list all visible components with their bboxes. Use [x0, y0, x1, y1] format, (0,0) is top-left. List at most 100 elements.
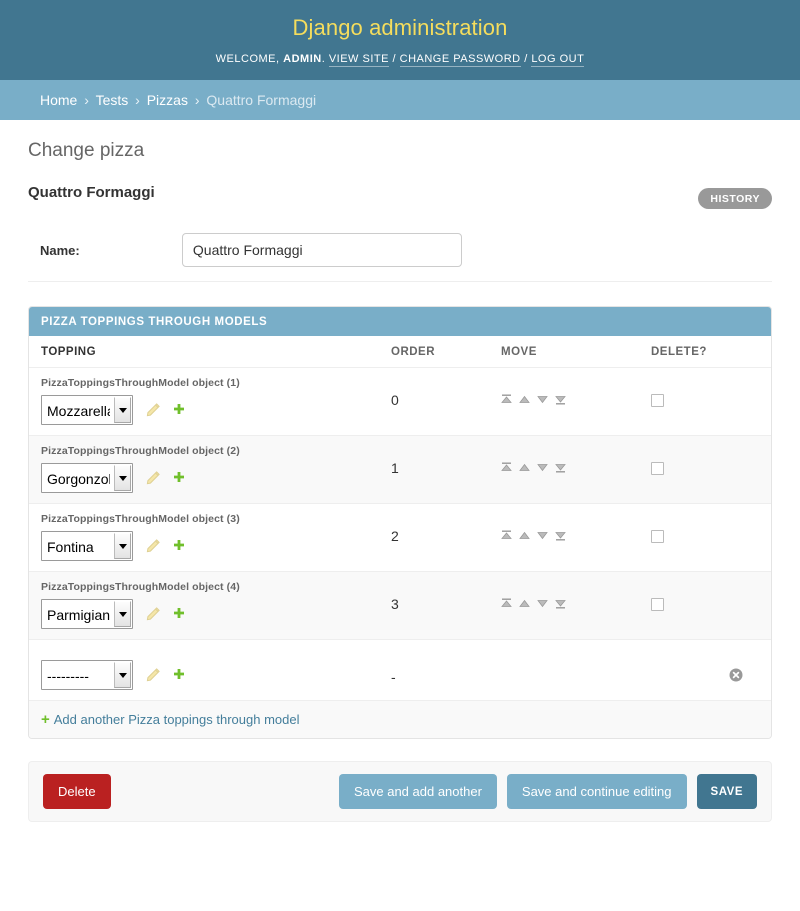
- move-to-top-icon[interactable]: [501, 596, 512, 612]
- topping-field-wrap: ---------: [41, 660, 367, 690]
- related-widget-wrapper: [145, 470, 186, 486]
- remove-row-icon[interactable]: [729, 668, 743, 685]
- topping-select[interactable]: Fontina: [41, 531, 133, 561]
- move-up-icon[interactable]: [519, 460, 530, 476]
- column-header-move: Move: [489, 336, 639, 368]
- user-tools-separator: /: [524, 53, 528, 65]
- move-to-top-icon[interactable]: [501, 528, 512, 544]
- inline-object-label: PizzaToppingsThroughModel object (4): [41, 581, 240, 593]
- add-another-label: Add another Pizza toppings through model: [53, 712, 300, 727]
- topping-select-shell: Mozzarella: [41, 395, 133, 425]
- delete-checkbox[interactable]: [651, 530, 664, 544]
- move-down-icon[interactable]: [536, 460, 548, 476]
- history-button[interactable]: History: [698, 188, 772, 209]
- topping-select[interactable]: Mozzarella: [41, 395, 133, 425]
- topping-field-wrap: Fontina: [41, 531, 367, 561]
- add-icon[interactable]: [172, 471, 186, 485]
- move-to-bottom-icon[interactable]: [554, 392, 566, 408]
- edit-icon[interactable]: [145, 606, 161, 622]
- move-to-bottom-icon[interactable]: [554, 460, 566, 476]
- move-cell: [489, 367, 639, 436]
- topping-cell: PizzaToppingsThroughModel object (2) Gor…: [29, 435, 379, 504]
- breadcrumb-separator: ›: [135, 92, 140, 108]
- change-password-link[interactable]: CHANGE PASSWORD: [399, 53, 521, 67]
- save-and-add-another-button[interactable]: Save and add another: [338, 774, 497, 809]
- edit-icon[interactable]: [145, 402, 161, 418]
- move-up-icon[interactable]: [519, 528, 530, 544]
- view-site-link[interactable]: VIEW SITE: [328, 53, 389, 67]
- submit-row: Delete Save and add another Save and con…: [28, 761, 772, 822]
- breadcrumb: Home › Tests › Pizzas › Quattro Formaggi: [0, 80, 800, 120]
- content-area: Change pizza History Quattro Formaggi Na…: [0, 120, 800, 822]
- object-name: Quattro Formaggi: [28, 184, 155, 201]
- column-header-delete: Delete?: [639, 336, 771, 368]
- move-down-icon[interactable]: [536, 392, 548, 408]
- table-row: PizzaToppingsThroughModel object (1) Moz…: [29, 367, 771, 436]
- object-tools: History: [698, 188, 772, 209]
- related-widget-wrapper: [145, 402, 186, 418]
- move-down-icon[interactable]: [536, 596, 548, 612]
- add-icon[interactable]: [172, 403, 186, 417]
- name-input[interactable]: [181, 233, 462, 267]
- table-row: PizzaToppingsThroughModel object (3) Fon…: [29, 503, 771, 572]
- add-icon[interactable]: [172, 607, 186, 621]
- plus-icon: +: [41, 711, 50, 728]
- edit-icon[interactable]: [145, 538, 161, 554]
- breadcrumb-separator: ›: [194, 92, 200, 108]
- order-value: 3: [379, 571, 489, 640]
- table-row-empty: --------- -: [29, 639, 771, 701]
- save-button[interactable]: SAVE: [696, 774, 757, 809]
- inline-table: Topping Order Move Delete? PizzaToppings…: [29, 336, 771, 738]
- topping-select-shell: Parmigiano: [41, 599, 133, 629]
- topping-select[interactable]: Gorgonzola: [41, 463, 133, 493]
- topping-select-shell: Fontina: [41, 531, 133, 561]
- save-and-continue-button[interactable]: Save and continue editing: [506, 774, 687, 809]
- topping-select[interactable]: ---------: [41, 660, 133, 690]
- topping-select[interactable]: Parmigiano: [41, 599, 133, 629]
- topping-select-shell: Gorgonzola: [41, 463, 133, 493]
- breadcrumb-item-pizzas[interactable]: Pizzas: [147, 92, 188, 108]
- move-to-top-icon[interactable]: [501, 460, 512, 476]
- inline-object-label: PizzaToppingsThroughModel object (2): [41, 445, 240, 457]
- breadcrumb-item-tests[interactable]: Tests: [96, 92, 129, 108]
- breadcrumb-item-home[interactable]: Home: [40, 92, 77, 108]
- username: ADMIN: [283, 53, 322, 65]
- add-another-row: + Add another Pizza toppings through mode…: [29, 700, 771, 738]
- column-header-topping: Topping: [29, 336, 379, 368]
- topping-cell: PizzaToppingsThroughModel object (4) Par…: [29, 571, 379, 640]
- pizza-toppings-inline-group: Pizza toppings through models Topping Or…: [28, 306, 772, 739]
- move-to-bottom-icon[interactable]: [554, 596, 566, 612]
- delete-checkbox[interactable]: [651, 462, 664, 476]
- order-value: 0: [379, 367, 489, 436]
- move-to-top-icon[interactable]: [501, 392, 512, 408]
- move-cell: [489, 571, 639, 640]
- table-header-row: Topping Order Move Delete?: [29, 336, 771, 368]
- breadcrumb-separator: ›: [84, 92, 89, 108]
- form-row-name: Name:: [28, 221, 772, 282]
- add-icon[interactable]: [172, 668, 186, 682]
- log-out-link[interactable]: LOG OUT: [531, 53, 585, 67]
- delete-checkbox[interactable]: [651, 394, 664, 408]
- topping-cell: ---------: [29, 639, 379, 701]
- name-label: Name:: [40, 242, 80, 258]
- order-value: 1: [379, 435, 489, 504]
- column-header-order: Order: [379, 336, 489, 368]
- delete-checkbox[interactable]: [651, 598, 664, 612]
- inline-table-head: Topping Order Move Delete?: [29, 336, 771, 368]
- welcome-text: Welcome,: [215, 53, 280, 65]
- move-up-icon[interactable]: [519, 392, 530, 408]
- order-value: -: [379, 639, 489, 701]
- move-up-icon[interactable]: [519, 596, 530, 612]
- delete-button[interactable]: Delete: [43, 774, 111, 809]
- delete-cell: [639, 367, 771, 436]
- edit-icon[interactable]: [145, 667, 161, 683]
- add-another-link[interactable]: + Add another Pizza toppings through mode…: [41, 711, 300, 728]
- topping-cell: PizzaToppingsThroughModel object (3) Fon…: [29, 503, 379, 572]
- move-down-icon[interactable]: [536, 528, 548, 544]
- breadcrumb-item-current: Quattro Formaggi: [206, 92, 317, 108]
- move-to-bottom-icon[interactable]: [554, 528, 566, 544]
- inline-object-label: PizzaToppingsThroughModel object (3): [41, 513, 240, 525]
- edit-icon[interactable]: [145, 470, 161, 486]
- add-icon[interactable]: [172, 539, 186, 553]
- table-row: PizzaToppingsThroughModel object (2) Gor…: [29, 435, 771, 504]
